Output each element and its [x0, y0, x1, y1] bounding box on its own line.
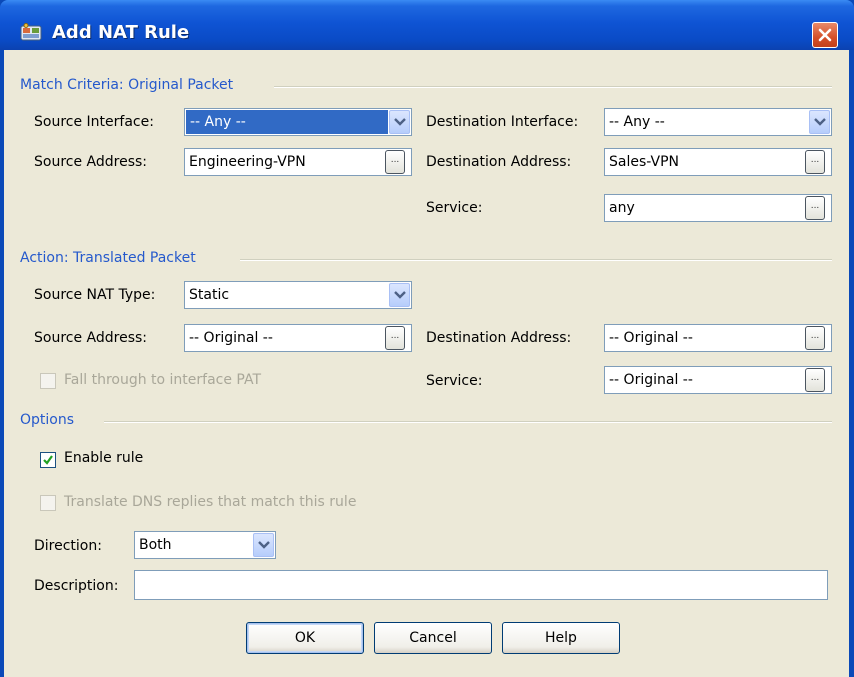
source-nat-type-select[interactable]: Static [184, 281, 412, 309]
close-button[interactable] [812, 22, 838, 48]
source-interface-label: Source Interface: [34, 114, 154, 130]
translated-destination-address-label: Destination Address: [426, 330, 572, 346]
translated-source-address-field[interactable]: -- Original -- ... [184, 324, 412, 352]
translated-service-browse-button[interactable]: ... [805, 368, 825, 392]
source-address-value: Engineering-VPN [189, 154, 306, 170]
translated-destination-address-value: -- Original -- [609, 330, 693, 346]
translated-service-field[interactable]: -- Original -- ... [604, 366, 832, 394]
source-nat-type-label: Source NAT Type: [34, 287, 156, 303]
add-nat-rule-dialog: Add NAT Rule Match Criteria: Original Pa… [0, 0, 854, 677]
dialog-content: Match Criteria: Original Packet Source I… [4, 50, 849, 677]
destination-address-browse-button[interactable]: ... [805, 150, 825, 174]
help-button[interactable]: Help [502, 622, 620, 654]
chevron-down-icon[interactable] [809, 110, 830, 134]
source-nat-type-value: Static [189, 287, 230, 303]
destination-address-value: Sales-VPN [609, 154, 679, 170]
service-field[interactable]: any ... [604, 194, 832, 222]
direction-label: Direction: [34, 538, 102, 554]
destination-address-field[interactable]: Sales-VPN ... [604, 148, 832, 176]
destination-interface-value: -- Any -- [609, 114, 665, 130]
destination-interface-select[interactable]: -- Any -- [604, 108, 832, 136]
translated-destination-browse-button[interactable]: ... [805, 326, 825, 350]
fall-through-label: Fall through to interface PAT [64, 372, 262, 388]
source-address-browse-button[interactable]: ... [385, 150, 405, 174]
translated-service-label: Service: [426, 373, 483, 389]
action-section-title: Action: Translated Packet [20, 250, 196, 266]
description-field[interactable] [134, 570, 828, 600]
translated-source-browse-button[interactable]: ... [385, 326, 405, 350]
options-section-title: Options [20, 412, 75, 428]
checkmark-icon [43, 455, 53, 465]
source-address-field[interactable]: Engineering-VPN ... [184, 148, 412, 176]
destination-address-label: Destination Address: [426, 154, 572, 170]
service-browse-button[interactable]: ... [805, 196, 825, 220]
direction-value: Both [139, 537, 172, 553]
title-bar[interactable]: Add NAT Rule [0, 0, 854, 50]
section-divider [104, 421, 832, 423]
match-criteria-section-title: Match Criteria: Original Packet [20, 77, 234, 93]
translated-source-address-value: -- Original -- [189, 330, 273, 346]
app-icon [20, 23, 42, 41]
source-address-label: Source Address: [34, 154, 148, 170]
fall-through-checkbox[interactable] [40, 373, 56, 389]
section-divider [274, 86, 832, 88]
dialog-title: Add NAT Rule [52, 22, 190, 43]
service-label: Service: [426, 200, 483, 216]
direction-select[interactable]: Both [134, 531, 276, 559]
translated-service-value: -- Original -- [609, 372, 693, 388]
cancel-button[interactable]: Cancel [374, 622, 492, 654]
enable-rule-checkbox[interactable] [40, 452, 56, 468]
service-value: any [609, 200, 635, 216]
translated-destination-address-field[interactable]: -- Original -- ... [604, 324, 832, 352]
chevron-down-icon[interactable] [389, 283, 410, 307]
source-interface-value: -- Any -- [186, 110, 388, 134]
enable-rule-label: Enable rule [64, 450, 144, 466]
source-interface-select[interactable]: -- Any -- [184, 108, 412, 136]
destination-interface-label: Destination Interface: [426, 114, 579, 130]
translate-dns-label: Translate DNS replies that match this ru… [64, 494, 357, 510]
chevron-down-icon[interactable] [253, 533, 274, 557]
ok-button[interactable]: OK [246, 622, 364, 654]
translate-dns-checkbox[interactable] [40, 495, 56, 511]
description-label: Description: [34, 578, 119, 594]
section-divider [240, 259, 832, 261]
translated-source-address-label: Source Address: [34, 330, 148, 346]
close-icon [818, 28, 832, 42]
chevron-down-icon[interactable] [389, 110, 410, 134]
